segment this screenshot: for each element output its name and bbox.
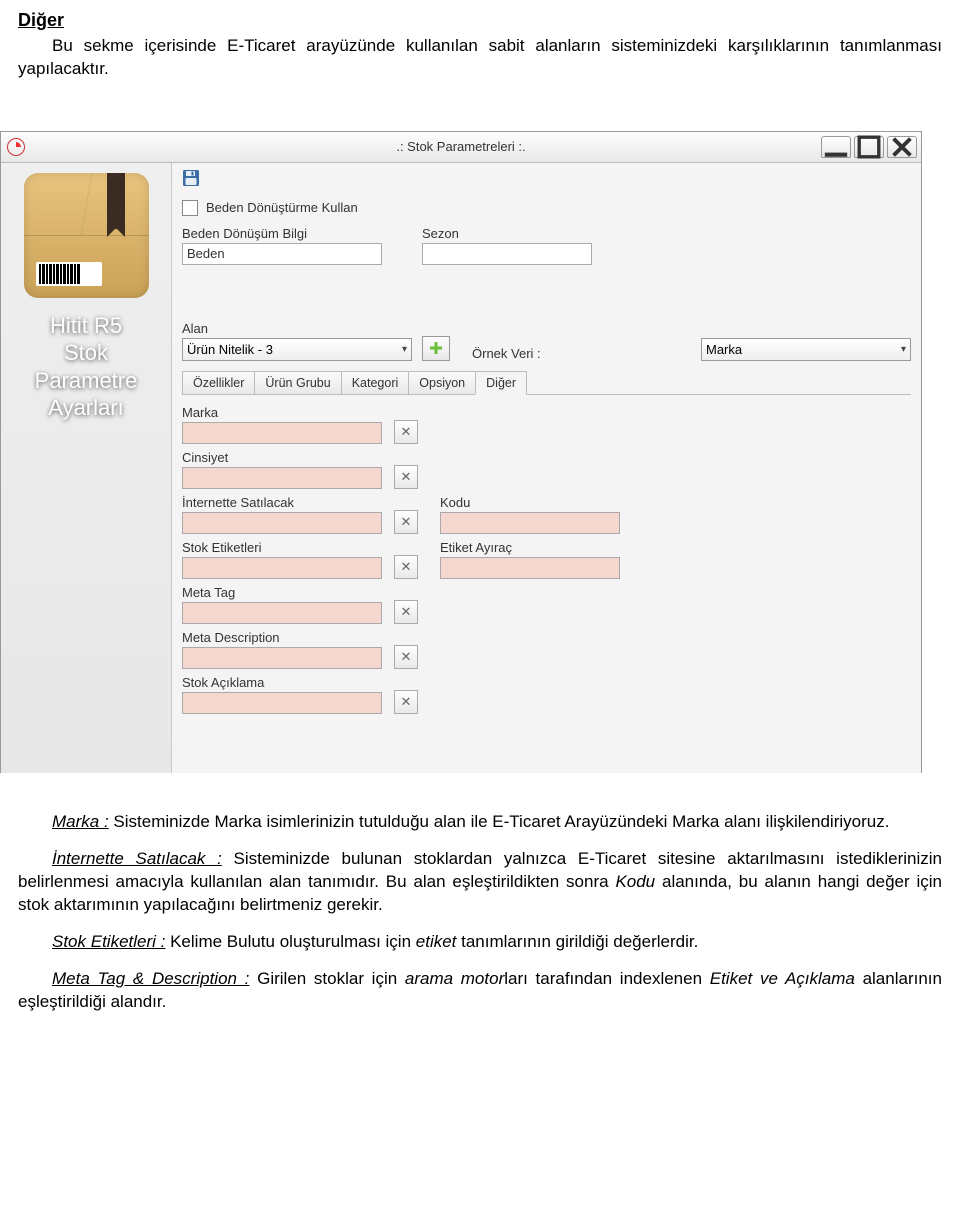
meta-desc-input[interactable]: [182, 647, 382, 669]
beden-donusum-label: Beden Dönüşüm Bilgi: [182, 226, 382, 241]
form-area: Beden Dönüştürme Kullan Beden Dönüşüm Bi…: [172, 163, 921, 773]
alan-select-value: Ürün Nitelik - 3: [187, 342, 273, 357]
ital-etiket-aciklama: Etiket ve Açıklama: [710, 969, 855, 988]
add-button[interactable]: [422, 336, 450, 361]
text-marka: Sisteminizde Marka isimlerinizin tutuldu…: [109, 812, 890, 831]
clear-internette-button[interactable]: ✕: [394, 510, 418, 534]
window-title: .: Stok Parametreleri :.: [1, 139, 921, 154]
kodu-label: Kodu: [440, 495, 620, 510]
tab-kategori[interactable]: Kategori: [341, 371, 410, 394]
beden-donusturme-checkbox[interactable]: [182, 200, 198, 216]
tab-diger[interactable]: Diğer: [475, 371, 527, 395]
paragraph-stoketiket: Stok Etiketleri : Kelime Bulutu oluşturu…: [18, 931, 942, 954]
internette-label: İnternette Satılacak: [182, 495, 382, 510]
ornek-veri-value: Marka: [706, 342, 742, 357]
marka-label: Marka: [182, 405, 382, 420]
tab-panel-diger: Marka ✕ Cinsiyet ✕ İnternette Satılacak: [182, 394, 911, 714]
stok-etiketleri-input[interactable]: [182, 557, 382, 579]
clear-cinsiyet-button[interactable]: ✕: [394, 465, 418, 489]
panel-title: Hitit R5 Stok Parametre Ayarları: [35, 312, 138, 422]
sidebar: Hitit R5 Stok Parametre Ayarları: [1, 163, 172, 773]
text-stoketiket-2: tanımlarının girildiği değerlerdir.: [456, 932, 698, 951]
meta-tag-label: Meta Tag: [182, 585, 382, 600]
save-icon[interactable]: [182, 169, 200, 187]
term-meta: Meta Tag & Description :: [52, 969, 249, 988]
ornek-veri-select[interactable]: Marka ▾: [701, 338, 911, 361]
cinsiyet-input[interactable]: [182, 467, 382, 489]
alan-label: Alan: [182, 321, 412, 336]
term-marka: Marka :: [52, 812, 109, 831]
titlebar: .: Stok Parametreleri :.: [1, 132, 921, 163]
term-internette: İnternette Satılacak :: [52, 849, 222, 868]
paragraph-internette: İnternette Satılacak : Sisteminizde bulu…: [18, 848, 942, 917]
stok-etiketleri-label: Stok Etiketleri: [182, 540, 382, 555]
chevron-down-icon: ▾: [402, 344, 407, 355]
section-heading: Diğer: [18, 10, 942, 31]
beden-donusturme-label: Beden Dönüştürme Kullan: [206, 200, 358, 215]
alan-select[interactable]: Ürün Nitelik - 3 ▾: [182, 338, 412, 361]
clear-meta-desc-button[interactable]: ✕: [394, 645, 418, 669]
clear-stok-aciklama-button[interactable]: ✕: [394, 690, 418, 714]
internette-input[interactable]: [182, 512, 382, 534]
beden-donusum-input[interactable]: [182, 243, 382, 265]
paragraph-meta: Meta Tag & Description : Girilen stoklar…: [18, 968, 942, 1014]
ital-kodu: Kodu: [615, 872, 655, 891]
text-meta-2: ları tarafından indexlenen: [504, 969, 710, 988]
stok-aciklama-label: Stok Açıklama: [182, 675, 382, 690]
tab-urun-grubu[interactable]: Ürün Grubu: [254, 371, 341, 394]
kodu-input[interactable]: [440, 512, 620, 534]
ital-arama: arama motor: [405, 969, 504, 988]
clear-stok-etiketleri-button[interactable]: ✕: [394, 555, 418, 579]
cinsiyet-label: Cinsiyet: [182, 450, 382, 465]
stok-aciklama-input[interactable]: [182, 692, 382, 714]
minimize-button[interactable]: [821, 136, 851, 158]
clear-marka-button[interactable]: ✕: [394, 420, 418, 444]
close-button[interactable]: [887, 136, 917, 158]
term-stoketiket: Stok Etiketleri :: [52, 932, 165, 951]
sezon-input[interactable]: [422, 243, 592, 265]
ornek-veri-label: Örnek Veri :: [472, 346, 541, 361]
etiket-ayirac-input[interactable]: [440, 557, 620, 579]
product-box-icon: [24, 173, 149, 298]
meta-tag-input[interactable]: [182, 602, 382, 624]
barcode-icon: [36, 262, 102, 286]
maximize-button[interactable]: [854, 136, 884, 158]
paragraph-marka: Marka : Sisteminizde Marka isimlerinizin…: [18, 811, 942, 834]
marka-input[interactable]: [182, 422, 382, 444]
sezon-label: Sezon: [422, 226, 592, 241]
etiket-ayirac-label: Etiket Ayıraç: [440, 540, 620, 555]
intro-paragraph: Bu sekme içerisinde E-Ticaret arayüzünde…: [18, 35, 942, 81]
app-window: .: Stok Parametreleri :. Hitit R5 Stok P…: [0, 131, 922, 773]
chevron-down-icon: ▾: [901, 344, 906, 355]
tab-bar: Özellikler Ürün Grubu Kategori Opsiyon D…: [182, 371, 911, 394]
ital-etiket: etiket: [416, 932, 457, 951]
text-meta-1: Girilen stoklar için: [249, 969, 404, 988]
tab-ozellikler[interactable]: Özellikler: [182, 371, 255, 394]
clear-meta-tag-button[interactable]: ✕: [394, 600, 418, 624]
text-stoketiket-1: Kelime Bulutu oluşturulması için: [165, 932, 415, 951]
meta-desc-label: Meta Description: [182, 630, 382, 645]
tab-opsiyon[interactable]: Opsiyon: [408, 371, 476, 394]
